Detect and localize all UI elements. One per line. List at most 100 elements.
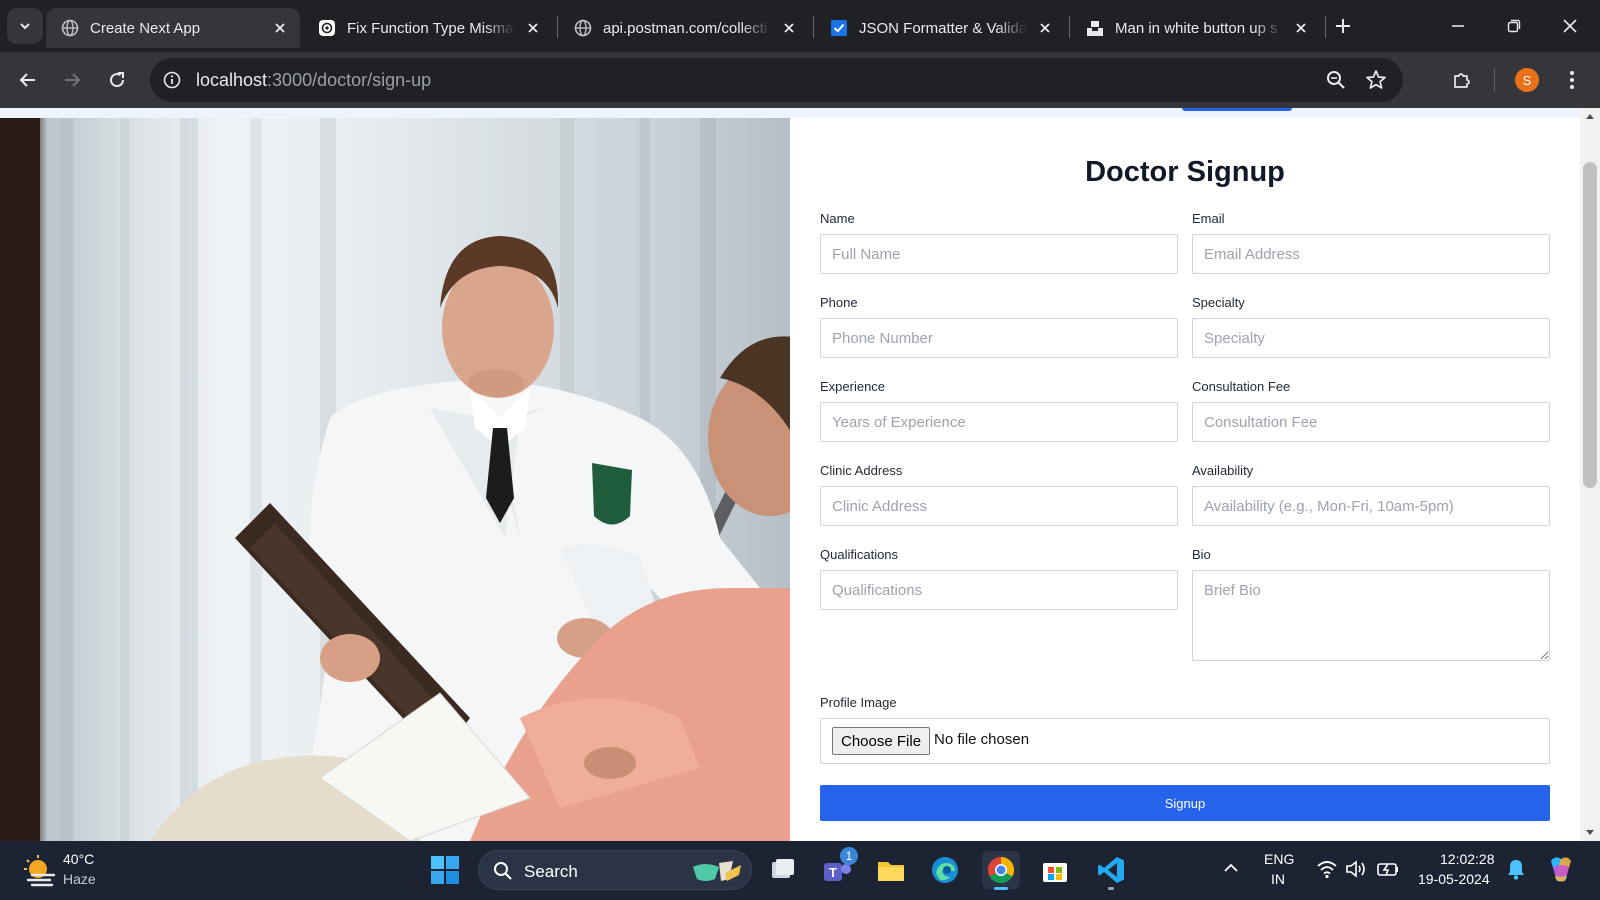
arrow-right-icon (65, 73, 81, 87)
weather-haze-icon[interactable] (22, 853, 58, 889)
profile-initial: S (1522, 72, 1532, 88)
reload-button[interactable] (97, 60, 137, 100)
url-path: :3000/doctor/sign-up (267, 70, 432, 90)
tab-search-button[interactable] (7, 8, 43, 44)
windows-taskbar: 40°C Haze Search T 1 ENG IN 12:02:28 19-… (0, 841, 1600, 900)
specialty-input[interactable] (1192, 318, 1550, 358)
signup-form-panel: Doctor Signup Name Email Phone Specialty… (790, 118, 1580, 841)
chrome-icon[interactable] (982, 851, 1020, 890)
close-icon[interactable] (1291, 18, 1311, 38)
forward-button[interactable] (52, 60, 92, 100)
volume-icon[interactable] (1345, 859, 1367, 879)
wifi-icon[interactable] (1316, 859, 1338, 879)
clinic-address-label: Clinic Address (820, 463, 903, 478)
tab-fix-function[interactable]: Fix Function Type Mismat (303, 8, 553, 48)
phone-input[interactable] (820, 318, 1178, 358)
edge-browser-icon[interactable] (926, 851, 964, 889)
new-tab-button[interactable] (1329, 12, 1357, 40)
task-view-icon[interactable] (764, 851, 802, 889)
tab-unsplash-photo[interactable]: Man in white button up s (1071, 8, 1321, 48)
close-icon[interactable] (270, 18, 290, 38)
browser-tab-strip: Create Next App Fix Function Type Mismat… (0, 0, 1600, 52)
info-icon[interactable] (160, 68, 184, 92)
battery-charging-icon[interactable] (1376, 859, 1400, 879)
tab-separator (813, 16, 814, 38)
back-button[interactable] (8, 60, 48, 100)
close-window-button[interactable] (1548, 8, 1592, 44)
tab-postman[interactable]: api.postman.com/collecti (559, 8, 809, 48)
teams-notification-badge: 1 (840, 847, 858, 865)
search-highlight-icon (693, 861, 741, 881)
browser-menu-button[interactable] (1552, 60, 1592, 100)
plus-icon (1336, 19, 1350, 33)
navbar-button-edge[interactable] (1182, 108, 1292, 111)
clock-time[interactable]: 12:02:28 (1440, 851, 1495, 867)
notification-bell-icon[interactable] (1505, 857, 1527, 881)
globe-icon (573, 18, 593, 38)
bookmark-star-icon[interactable] (1365, 69, 1387, 91)
tab-create-next-app[interactable]: Create Next App (46, 8, 300, 48)
clock-date[interactable]: 19-05-2024 (1418, 871, 1490, 887)
tab-json-formatter[interactable]: JSON Formatter & Valida (815, 8, 1065, 48)
file-explorer-icon[interactable] (872, 851, 910, 889)
url-text[interactable]: localhost:3000/doctor/sign-up (196, 70, 431, 91)
tab-title: Man in white button up s (1115, 19, 1278, 37)
consultation-fee-input[interactable] (1192, 402, 1550, 442)
bio-textarea[interactable] (1192, 570, 1550, 661)
tab-title: Fix Function Type Mismat (347, 19, 515, 37)
profile-avatar[interactable]: S (1515, 68, 1539, 92)
zoom-icon[interactable] (1325, 69, 1347, 91)
svg-text:T: T (829, 865, 837, 880)
qualifications-input[interactable] (820, 570, 1178, 610)
email-input[interactable] (1192, 234, 1550, 274)
copilot-icon[interactable] (1545, 853, 1577, 885)
chevron-up-icon[interactable] (1222, 859, 1240, 877)
browser-toolbar: localhost:3000/doctor/sign-up S (0, 52, 1600, 108)
more-vert-icon (1570, 71, 1574, 89)
profile-image-label: Profile Image (820, 695, 897, 710)
restore-button[interactable] (1492, 8, 1536, 44)
consultation-fee-label: Consultation Fee (1192, 379, 1291, 394)
puzzle-icon (1454, 73, 1470, 88)
search-label: Search (524, 862, 578, 881)
arrow-left-icon (19, 73, 35, 87)
signup-button[interactable]: Signup (820, 785, 1550, 821)
close-icon[interactable] (779, 18, 799, 38)
teams-icon[interactable]: T 1 (818, 847, 858, 889)
address-bar[interactable]: localhost:3000/doctor/sign-up (150, 58, 1403, 102)
name-label: Name (820, 211, 855, 226)
toolbar-divider (1494, 68, 1495, 92)
restore-icon (1507, 19, 1521, 33)
email-label: Email (1192, 211, 1225, 226)
microsoft-store-icon[interactable] (1036, 851, 1074, 889)
close-icon[interactable] (1035, 18, 1055, 38)
scroll-up-arrow-icon[interactable] (1585, 112, 1595, 120)
extensions-button[interactable] (1442, 60, 1482, 100)
close-icon[interactable] (523, 18, 543, 38)
windows-start-icon[interactable] (430, 855, 460, 885)
minimize-icon (1452, 25, 1464, 27)
availability-input[interactable] (1192, 486, 1550, 526)
scroll-down-arrow-icon[interactable] (1585, 829, 1595, 837)
profile-image-file-input[interactable]: Choose File No file chosen (820, 718, 1550, 764)
scrollbar-thumb[interactable] (1583, 162, 1597, 488)
navbar-bottom-edge (0, 108, 1580, 118)
clinic-address-input[interactable] (820, 486, 1178, 526)
page-title: Doctor Signup (1085, 156, 1285, 188)
tab-title: api.postman.com/collecti (603, 19, 768, 37)
chevron-down-icon (20, 23, 30, 30)
weather-desc: Haze (63, 871, 96, 887)
language-code[interactable]: ENG (1264, 851, 1294, 867)
vscode-icon[interactable] (1092, 851, 1130, 890)
qualifications-label: Qualifications (820, 547, 899, 562)
name-input[interactable] (820, 234, 1178, 274)
page-viewport: Doctor Signup Name Email Phone Specialty… (0, 108, 1600, 841)
phone-label: Phone (820, 295, 858, 310)
tab-separator (1069, 16, 1070, 38)
url-host: localhost (196, 70, 268, 90)
taskbar-search-box[interactable]: Search (478, 850, 752, 890)
choose-file-button[interactable]: Choose File (832, 727, 931, 755)
minimize-button[interactable] (1436, 8, 1480, 44)
experience-input[interactable] (820, 402, 1178, 442)
file-status-text: No file chosen (934, 731, 1030, 748)
